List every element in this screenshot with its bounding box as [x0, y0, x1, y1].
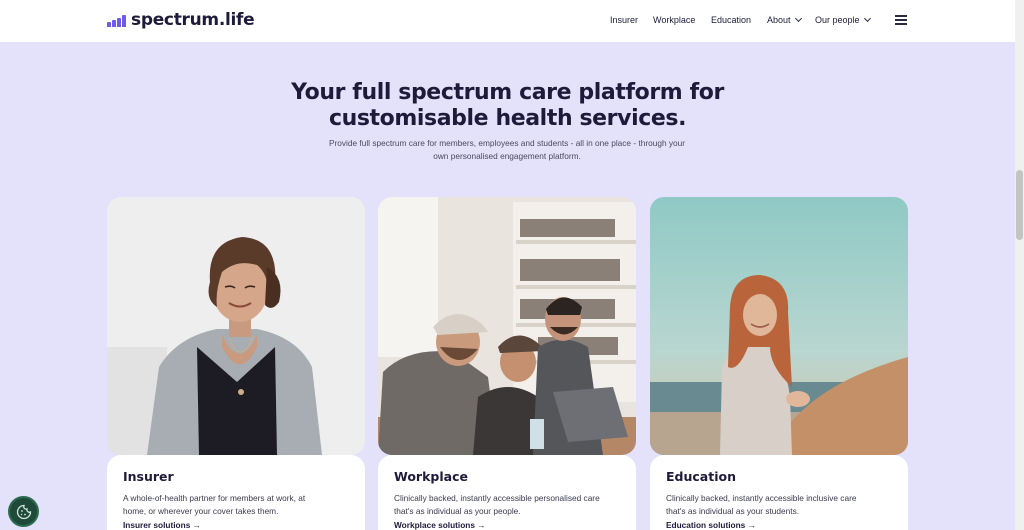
site-header: spectrum.life Insurer Workplace Educatio… [0, 0, 1024, 42]
nav-insurer[interactable]: Insurer [610, 15, 638, 25]
insurer-card[interactable]: Insurer A whole-of-health partner for me… [107, 197, 365, 530]
insurer-photo [107, 197, 365, 455]
workplace-photo [378, 197, 636, 455]
chevron-down-icon [863, 14, 871, 23]
nav-about[interactable]: About [767, 14, 802, 25]
education-solutions-link[interactable]: Education solutions → [666, 520, 892, 530]
hero-title: Your full spectrum care platform for cus… [291, 80, 724, 131]
workplace-card-desc: Clinically backed, instantly accessible … [394, 493, 600, 516]
page-scrollbar[interactable] [1015, 0, 1024, 530]
education-card[interactable]: Education Clinically backed, instantly a… [650, 197, 908, 530]
education-card-body: Education Clinically backed, instantly a… [650, 455, 908, 530]
scrollbar-thumb[interactable] [1016, 170, 1023, 240]
workplace-solutions-link[interactable]: Workplace solutions → [394, 520, 620, 530]
logo-text: spectrum.life [131, 10, 255, 30]
logo-bars-icon [107, 15, 127, 27]
insurer-card-title: Insurer [123, 469, 174, 484]
hero-subtitle: Provide full spectrum care for members, … [328, 138, 686, 161]
cookie-icon [16, 504, 31, 519]
insurer-card-body: Insurer A whole-of-health partner for me… [107, 455, 365, 530]
education-card-desc: Clinically backed, instantly accessible … [666, 493, 857, 516]
hamburger-menu-icon[interactable] [895, 15, 907, 25]
insurer-solutions-link[interactable]: Insurer solutions → [123, 520, 349, 530]
education-photo [650, 197, 908, 455]
insurer-card-desc: A whole-of-health partner for members at… [123, 493, 306, 516]
education-card-title: Education [666, 469, 736, 484]
nav-workplace[interactable]: Workplace [653, 15, 695, 25]
spectrum-life-logo[interactable]: spectrum.life [107, 9, 255, 31]
workplace-card[interactable]: Workplace Clinically backed, instantly a… [378, 197, 636, 530]
workplace-card-body: Workplace Clinically backed, instantly a… [378, 455, 636, 530]
nav-education[interactable]: Education [711, 15, 751, 25]
chevron-down-icon [794, 14, 802, 23]
workplace-card-title: Workplace [394, 469, 468, 484]
cookie-settings-button[interactable] [10, 498, 37, 525]
nav-our-people[interactable]: Our people [815, 14, 871, 25]
